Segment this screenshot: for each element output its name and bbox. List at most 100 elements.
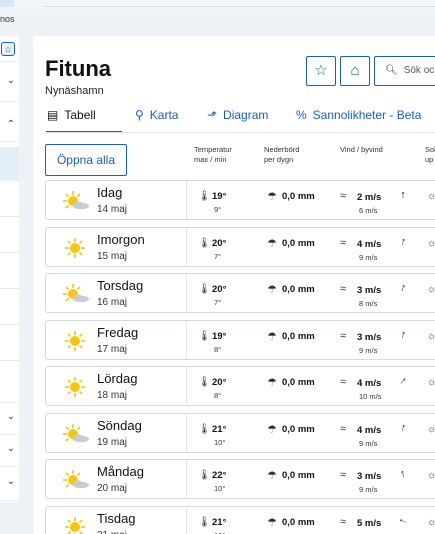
gust-speed: 9 m/s: [359, 485, 378, 494]
precipitation: 0,0 mm: [282, 423, 315, 435]
search-input[interactable]: 🔍︎ Sök och: [374, 56, 435, 86]
temp-max: 19°: [212, 330, 227, 342]
sidebar-subitem-5[interactable]: [0, 325, 19, 361]
wind-direction-arrow-icon: ↑: [396, 515, 410, 526]
thermometer-icon: 🌡︎: [198, 330, 211, 342]
sidebar-item-home[interactable]: ⌂: [0, 36, 19, 62]
chevron-down-icon[interactable]: ⌄: [7, 477, 15, 487]
row-divider: [186, 506, 187, 534]
partly-cloudy-icon: [60, 422, 90, 446]
day-name: Torsdag: [97, 278, 144, 293]
favorite-button[interactable]: ☆: [306, 56, 336, 86]
forecast-row[interactable]: Imorgon 15 maj 🌡︎ 20° 7° ☂︎ 0,0 mm ≈ 4 m…: [45, 226, 435, 267]
sidebar-subitem-1[interactable]: [0, 181, 19, 217]
top-strip: [0, 0, 435, 9]
sidebar-subitem-3[interactable]: [0, 253, 19, 289]
day-date: 16 maj: [97, 297, 128, 308]
sun-icon: [60, 236, 90, 260]
home-icon: ⌂: [350, 62, 360, 79]
forecast-row[interactable]: Torsdag 16 maj 🌡︎ 20° 7° ☂︎ 0,0 mm ≈ 3 m…: [45, 273, 435, 313]
day-date: 14 maj: [97, 204, 128, 215]
wind-speed: 5 m/s: [357, 517, 382, 529]
table-icon: ▤: [47, 108, 59, 122]
page-subtitle: Nynäshamn: [45, 85, 104, 97]
temp-max: 19°: [212, 191, 227, 202]
wind-icon: ≈: [340, 376, 347, 388]
forecast-row[interactable]: Idag 14 maj 🌡︎ 19° 9° ☂︎ 0,0 mm ≈ 2 m/s …: [45, 180, 435, 220]
top-strip-highlight: [0, 0, 14, 7]
forecast-row[interactable]: Tisdag 21 maj 🌡︎ 21° 10° ☂︎ 0,0 mm ≈ 5 m…: [45, 505, 435, 534]
breadcrumb[interactable]: nos: [0, 14, 15, 24]
temp-max: 20°: [212, 377, 227, 388]
wind-direction-arrow-icon: ↑: [397, 374, 409, 388]
partly-cloudy-icon: [60, 468, 90, 492]
sidebar-item-selected[interactable]: [0, 147, 19, 181]
row-divider: [186, 413, 187, 452]
umbrella-icon: ☂︎: [267, 237, 277, 250]
top-divider: [44, 6, 435, 7]
thermometer-icon: 🌡︎: [198, 470, 211, 481]
umbrella-icon: ☂︎: [267, 423, 277, 436]
sidebar-item-5[interactable]: ⌄: [0, 467, 19, 501]
sidebar-item-4[interactable]: ⌄: [0, 435, 19, 467]
row-divider: [186, 181, 187, 219]
chevron-down-icon[interactable]: ⌄: [7, 412, 15, 422]
home-icon[interactable]: ⌂: [1, 42, 15, 56]
sidebar-item-3[interactable]: ⌄: [0, 403, 19, 435]
home-button[interactable]: ⌂: [340, 56, 370, 86]
open-all-button[interactable]: Öppna alla: [45, 144, 127, 176]
umbrella-icon: ☂︎: [267, 191, 277, 203]
row-divider: [186, 320, 187, 359]
day-date: 17 maj: [97, 343, 128, 355]
forecast-row[interactable]: Fredag 17 maj 🌡︎ 19° 8° ☂︎ 0,0 mm ≈ 3 m/…: [45, 319, 435, 360]
sidebar-item-2[interactable]: ⌃: [0, 102, 19, 142]
chevron-up-icon[interactable]: ⌃: [7, 120, 15, 130]
chevron-down-icon[interactable]: ⌄: [7, 76, 15, 86]
sidebar-subitem-6[interactable]: [0, 361, 19, 403]
sidebar-subitem-4[interactable]: [0, 289, 19, 325]
sun-icon: [60, 329, 90, 353]
day-name: Måndag: [97, 464, 144, 479]
thermometer-icon: 🌡︎: [198, 423, 211, 435]
temp-min: 7°: [214, 251, 222, 261]
tab-sannolikheter[interactable]: % Sannolikheter - Beta: [296, 108, 421, 122]
wind-speed: 4 m/s: [357, 238, 382, 250]
tab-karta[interactable]: ⚲ Karta: [135, 108, 178, 122]
gust-speed: 8 m/s: [359, 299, 378, 308]
sidebar-item-1[interactable]: ⌄: [0, 62, 19, 102]
sidebar-subitem-2[interactable]: [0, 217, 19, 253]
sunrise-icon: ☼: [427, 284, 435, 295]
forecast-row[interactable]: Måndag 20 maj 🌡︎ 22° 10° ☂︎ 0,0 mm ≈ 3 m…: [45, 459, 435, 499]
temp-min: 10°: [214, 531, 225, 534]
wind-speed: 4 m/s: [357, 378, 382, 389]
temp-min: 7°: [214, 298, 222, 307]
wind-icon: ≈: [340, 190, 347, 202]
forecast-row[interactable]: Söndag 19 maj 🌡︎ 21° 10° ☂︎ 0,0 mm ≈ 4 m…: [45, 412, 435, 453]
day-name: Imorgon: [97, 231, 145, 247]
gust-speed: 10 m/s: [359, 392, 382, 401]
row-divider: [186, 460, 187, 498]
wind-direction-arrow-icon: ↑: [398, 467, 408, 481]
precipitation: 0,0 mm: [282, 237, 315, 249]
umbrella-icon: ☂︎: [267, 377, 277, 389]
thermometer-icon: 🌡︎: [198, 237, 211, 249]
forecast-row[interactable]: Lördag 18 maj 🌡︎ 20° 8° ☂︎ 0,0 mm ≈ 4 m/…: [45, 366, 435, 406]
wind-icon: ≈: [340, 283, 347, 295]
row-divider: [186, 274, 187, 312]
tab-tabell[interactable]: ▤ Tabell: [47, 108, 96, 122]
partly-cloudy-icon: [60, 282, 90, 306]
temp-max: 22°: [212, 470, 227, 481]
sidebar: ⌂ ⌄ ⌃ ⌄ ⌄ ⌄: [0, 36, 19, 502]
umbrella-icon: ☂︎: [267, 284, 277, 296]
row-divider: [186, 227, 187, 266]
thermometer-icon: 🌡︎: [198, 191, 211, 202]
wind-icon: ≈: [340, 422, 347, 435]
precipitation: 0,0 mm: [282, 516, 315, 528]
tab-diagram[interactable]: ⬏ Diagram: [207, 108, 268, 122]
chevron-down-icon[interactable]: ⌄: [7, 444, 15, 454]
wind-speed: 3 m/s: [357, 331, 382, 343]
precipitation: 0,0 mm: [282, 330, 315, 342]
wind-direction-arrow-icon: ↑: [398, 234, 408, 249]
temp-max: 20°: [212, 237, 227, 249]
day-date: 21 maj: [97, 530, 127, 534]
